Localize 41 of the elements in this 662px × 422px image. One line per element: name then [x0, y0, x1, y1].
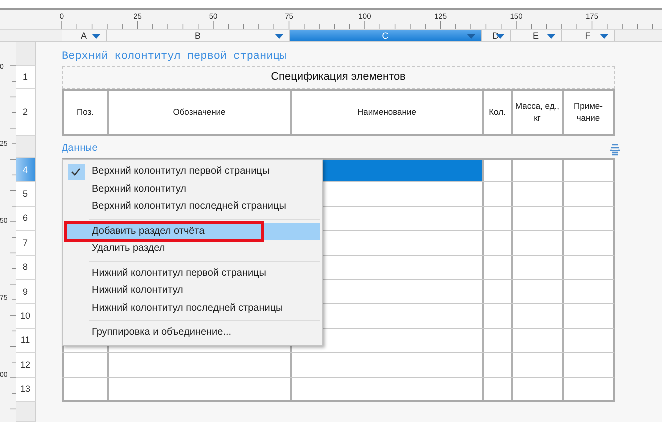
- row-header[interactable]: 5: [16, 182, 36, 207]
- menu-item[interactable]: Нижний колонтитул последней страницы: [65, 300, 320, 317]
- row-header[interactable]: 11: [16, 328, 36, 354]
- row-header[interactable]: 12: [16, 353, 36, 378]
- header-text: Кол.: [489, 106, 506, 118]
- row-header[interactable]: 9: [16, 280, 36, 304]
- header-text: Масса, ед., кг: [514, 101, 561, 124]
- column-header[interactable]: F: [562, 30, 615, 41]
- caret-icon: [275, 34, 284, 39]
- column-header[interactable]: B: [107, 30, 290, 41]
- header-text: Наименование: [358, 106, 416, 118]
- header-text: Приме- чание: [573, 101, 604, 124]
- menu-item[interactable]: Верхний колонтитул последней страницы: [65, 198, 320, 216]
- menu-item[interactable]: Нижний колонтитул первой страницы: [65, 264, 320, 282]
- column-header[interactable]: A: [62, 30, 107, 41]
- header-text: Обозначение: [173, 106, 226, 118]
- row-header[interactable]: 1: [16, 66, 36, 89]
- report-title: Спецификация элементов: [271, 71, 406, 85]
- row-header[interactable]: 2: [16, 89, 36, 136]
- band-label: Верхний колонтитул первой страницы: [62, 51, 286, 65]
- caret-icon: [92, 34, 101, 39]
- row-header[interactable]: 8: [16, 256, 36, 280]
- menu-item[interactable]: Верхний колонтитул: [65, 180, 320, 198]
- menu-item[interactable]: Верхний колонтитул первой страницы: [65, 163, 320, 180]
- row-header[interactable]: 7: [16, 231, 36, 256]
- row-header: [16, 136, 36, 158]
- menu-item[interactable]: Группировка и объединение...: [65, 324, 320, 342]
- row-header[interactable]: 6: [16, 206, 36, 232]
- caret-icon: [547, 34, 556, 39]
- row-header[interactable]: 13: [16, 378, 36, 402]
- row-header[interactable]: 10: [16, 304, 36, 329]
- band-label: Данные: [62, 144, 98, 157]
- caret-icon: [467, 34, 476, 39]
- check-icon: [71, 168, 81, 176]
- menu-item[interactable]: Нижний колонтитул: [65, 282, 320, 300]
- menu-item[interactable]: Удалить раздел: [65, 240, 320, 258]
- header-text: Поз.: [77, 106, 94, 118]
- menu-item[interactable]: Добавить раздел отчёта: [65, 222, 320, 240]
- column-header[interactable]: E: [511, 30, 562, 41]
- caret-icon: [600, 34, 609, 39]
- band-settings-icon[interactable]: [609, 144, 621, 156]
